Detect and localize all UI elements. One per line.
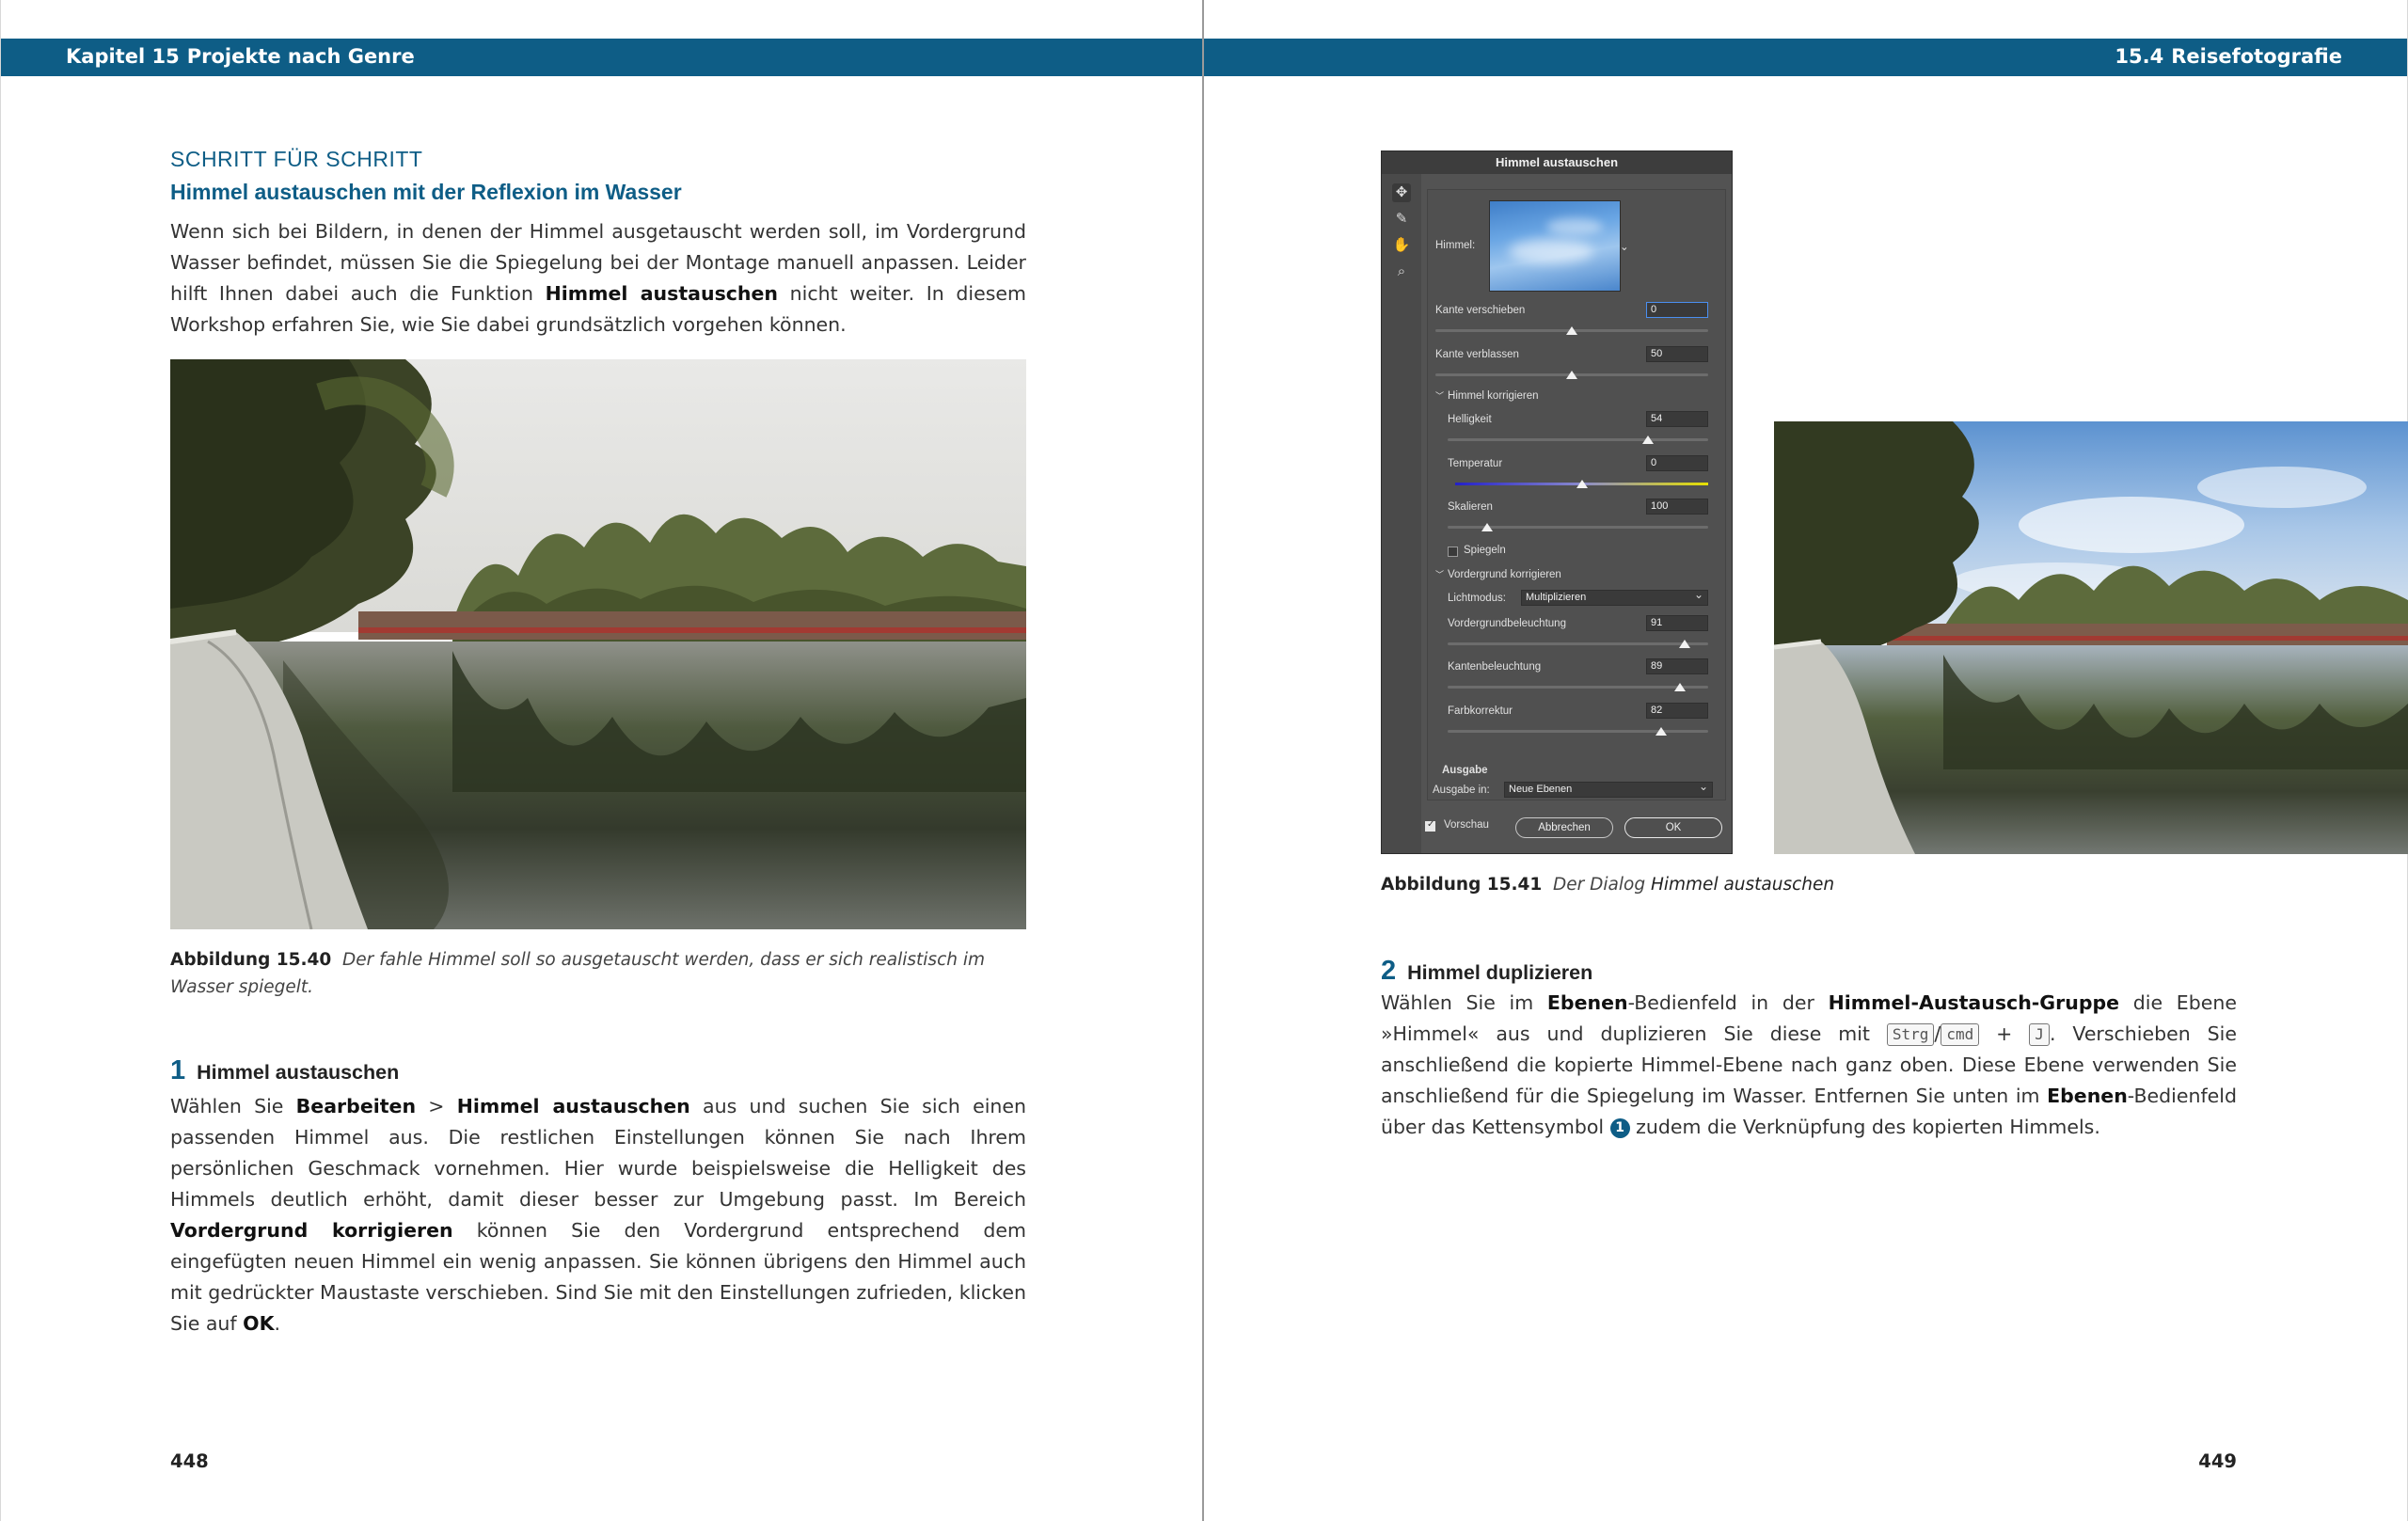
scale-slider-thumb[interactable]	[1481, 523, 1493, 531]
foreground-adjust-section-toggle[interactable]: ﹀ Vordergrund korrigieren	[1435, 568, 1561, 580]
cancel-button[interactable]: Abbrechen	[1515, 817, 1613, 838]
move-tool-icon[interactable]: ✥	[1392, 183, 1411, 202]
flip-label: Spiegeln	[1464, 545, 1506, 556]
key-j: J	[2029, 1023, 2050, 1046]
edge-shift-field[interactable]: 0	[1646, 302, 1708, 318]
figure-15-41-caption: Abbildung 15.41 Der Dialog Himmel austau…	[1381, 875, 1835, 895]
color-adjust-slider[interactable]	[1448, 730, 1708, 733]
foreground-lighting-slider-thumb[interactable]	[1679, 640, 1691, 648]
preview-checkbox[interactable]	[1425, 819, 1435, 832]
color-adjust-label: Farbkorrektur	[1448, 705, 1513, 717]
foreground-lighting-slider[interactable]	[1448, 642, 1708, 645]
step-1-paragraph: Wählen Sie Bearbeiten > Himmel austausch…	[170, 1095, 1026, 1335]
section-caret-icon: ﹀	[1435, 391, 1445, 401]
sky-adjust-section-toggle[interactable]: ﹀ Himmel korrigieren	[1435, 389, 1539, 402]
sky-label: Himmel:	[1435, 240, 1476, 251]
key-strg: Strg	[1886, 1023, 1935, 1046]
section-title: Reisefotografie	[2171, 45, 2342, 68]
figure-15-40-photo	[170, 359, 1026, 929]
running-header-left: Kapitel 15 Projekte nach Genre	[66, 45, 415, 68]
step-2-number: 2	[1381, 956, 1397, 986]
intro-paragraph: Wenn sich bei Bildern, in denen der Himm…	[170, 220, 1027, 336]
lighting-mode-select[interactable]: Multiplizieren	[1521, 588, 1708, 606]
brush-tool-icon[interactable]: ✎	[1392, 210, 1411, 229]
edge-fade-slider-thumb[interactable]	[1566, 371, 1577, 379]
output-to-label: Ausgabe in:	[1433, 784, 1490, 796]
edge-lighting-slider[interactable]	[1448, 686, 1708, 689]
brightness-label: Helligkeit	[1448, 414, 1492, 425]
zoom-tool-icon[interactable]: ⌕	[1392, 262, 1411, 281]
color-adjust-field[interactable]: 82	[1646, 703, 1708, 719]
flip-checkbox[interactable]	[1448, 547, 1458, 557]
book-spine	[1202, 0, 1204, 1521]
edge-shift-label: Kante verschieben	[1435, 305, 1526, 316]
edge-lighting-slider-thumb[interactable]	[1673, 683, 1686, 691]
temperature-slider-thumb[interactable]	[1576, 480, 1588, 488]
sky-preset-thumbnail[interactable]	[1489, 200, 1621, 292]
step-2-paragraph: Wählen Sie im Ebenen-Bedienfeld in der H…	[1381, 991, 2237, 1138]
output-to-select[interactable]: Neue Ebenen	[1504, 780, 1713, 798]
brightness-slider-thumb[interactable]	[1642, 436, 1655, 444]
page-number-left: 448	[170, 1450, 209, 1472]
temperature-label: Temperatur	[1448, 458, 1503, 469]
edge-lighting-label: Kantenbeleuchtung	[1448, 661, 1542, 673]
figure-15-40-caption: Abbildung 15.40 Der fahle Himmel soll so…	[170, 950, 986, 997]
running-header-right: 15.4 Reisefotografie	[2115, 45, 2342, 68]
foreground-lighting-field[interactable]: 91	[1646, 615, 1708, 631]
lighting-mode-label: Lichtmodus:	[1448, 593, 1507, 604]
brightness-slider[interactable]	[1448, 438, 1708, 441]
step-2-heading: 2 Himmel duplizieren	[1381, 956, 1592, 987]
callout-badge: 1	[1609, 1118, 1630, 1138]
workshop-title: Himmel austauschen mit der Reflexion im …	[170, 180, 682, 204]
step-by-step-kicker: SCHRITT FÜR SCHRITT	[170, 147, 423, 171]
edge-shift-slider-thumb[interactable]	[1566, 326, 1577, 335]
hand-tool-icon[interactable]: ✋	[1392, 236, 1411, 255]
output-section-label: Ausgabe	[1442, 765, 1488, 776]
step-2-title: Himmel duplizieren	[1407, 961, 1593, 984]
edge-fade-field[interactable]: 50	[1646, 346, 1708, 362]
brightness-field[interactable]: 54	[1646, 411, 1708, 427]
ok-button[interactable]: OK	[1624, 817, 1722, 838]
color-adjust-slider-thumb[interactable]	[1656, 727, 1668, 736]
scale-field[interactable]: 100	[1646, 499, 1708, 515]
section-number: 15.4	[2115, 45, 2164, 68]
edge-fade-label: Kante verblassen	[1435, 349, 1519, 360]
temperature-field[interactable]: 0	[1646, 455, 1708, 471]
sky-dropdown-chevron-icon[interactable]: ⌄	[1620, 240, 1629, 253]
chapter-number: Kapitel 15	[66, 45, 180, 68]
preview-label: Vorschau	[1444, 819, 1489, 831]
page-edge-left	[0, 0, 1, 1521]
step-1-heading: 1 Himmel austauschen	[170, 1055, 399, 1086]
figure-15-41-result-photo	[1774, 421, 2408, 854]
foreground-lighting-label: Vordergrundbeleuchtung	[1448, 618, 1566, 629]
scale-label: Skalieren	[1448, 501, 1493, 513]
chapter-title: Projekte nach Genre	[186, 45, 415, 68]
step-1-title: Himmel austauschen	[197, 1061, 400, 1084]
page-number-right: 449	[2198, 1450, 2237, 1472]
step-1-number: 1	[170, 1055, 186, 1085]
section-caret-icon: ﹀	[1435, 570, 1445, 579]
dialog-toolbar: ✥ ✎ ✋ ⌕	[1382, 174, 1421, 853]
key-cmd: cmd	[1941, 1023, 1980, 1046]
dialog-title: Himmel austauschen	[1382, 151, 1732, 174]
edge-lighting-field[interactable]: 89	[1646, 658, 1708, 674]
